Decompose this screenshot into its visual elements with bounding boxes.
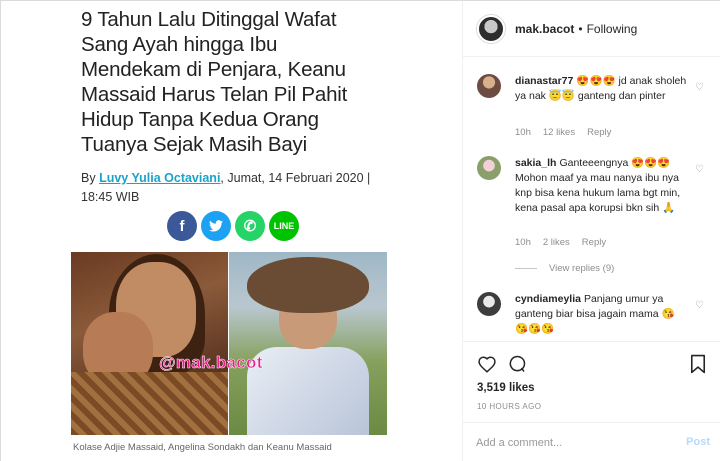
avatar[interactable]	[477, 14, 505, 43]
add-comment-bar: Post	[463, 422, 720, 461]
bookmark-icon[interactable]	[686, 352, 710, 376]
facebook-icon: f	[167, 211, 197, 241]
photo-parents	[71, 252, 228, 435]
comment-time: 10h	[515, 127, 531, 138]
comment-username[interactable]: sakia_lh	[515, 157, 556, 169]
heart-icon[interactable]: ♡	[695, 164, 704, 175]
byline-prefix: By	[81, 171, 100, 185]
comment-likes[interactable]: 12 likes	[543, 127, 575, 138]
post-time: 10 HOURS AGO	[477, 402, 542, 411]
photo-watermark: @mak.bacot	[159, 353, 263, 373]
comment-input[interactable]	[476, 433, 666, 453]
comment-time: 10h	[515, 237, 531, 248]
action-icons	[475, 352, 710, 376]
view-replies-label[interactable]: View replies (9)	[549, 263, 614, 274]
following-button[interactable]: Following	[587, 22, 638, 36]
share-buttons: f ✆ LINE	[167, 211, 299, 241]
comments-list: dianastar77 😍😍😍 jd anak sholeh ya nak 😇😇 …	[463, 58, 720, 341]
avatar[interactable]	[477, 292, 501, 316]
comment-likes[interactable]: 2 likes	[543, 237, 570, 248]
reply-button[interactable]: Reply	[582, 237, 606, 248]
heart-icon[interactable]: ♡	[695, 82, 704, 93]
avatar[interactable]	[477, 156, 501, 180]
post-frame: 9 Tahun Lalu Ditinggal Wafat Sang Ayah h…	[0, 0, 720, 461]
likes-count[interactable]: 3,519 likes	[477, 382, 535, 394]
comment-text-block: dianastar77 😍😍😍 jd anak sholeh ya nak 😇😇 …	[515, 74, 690, 104]
comment-username[interactable]: cyndiameylia	[515, 293, 581, 305]
reply-button[interactable]: Reply	[587, 127, 611, 138]
post-username[interactable]: mak.bacot	[515, 22, 574, 36]
photo-child	[229, 252, 387, 435]
comment-text-block: sakia_lh Ganteeengnya 😍😍😍 Mohon maaf ya m…	[515, 156, 690, 216]
replies-divider	[515, 268, 537, 269]
article-author: Luvy Yulia Octaviani	[99, 171, 221, 185]
twitter-icon	[201, 211, 231, 241]
comment-meta: 10h 12 likes Reply	[515, 127, 623, 138]
line-icon: LINE	[269, 211, 299, 241]
post-image: 9 Tahun Lalu Ditinggal Wafat Sang Ayah h…	[1, 1, 462, 461]
like-heart-icon[interactable]	[475, 352, 499, 376]
article-photo: @mak.bacot	[71, 252, 387, 435]
whatsapp-icon: ✆	[235, 211, 265, 241]
post-button[interactable]: Post	[686, 436, 710, 448]
avatar[interactable]	[477, 74, 501, 98]
photo-caption: Kolase Adjie Massaid, Angelina Sondakh d…	[73, 442, 332, 453]
comment-bubble-icon[interactable]	[505, 352, 529, 376]
comment-meta: 10h 2 likes Reply	[515, 237, 618, 248]
comment-username[interactable]: dianastar77	[515, 75, 573, 87]
article-byline: By Luvy Yulia Octaviani, Jumat, 14 Febru…	[81, 169, 381, 207]
view-replies-button[interactable]: View replies (9)	[515, 263, 614, 274]
separator-dot: •	[578, 21, 583, 36]
article-headline: 9 Tahun Lalu Ditinggal Wafat Sang Ayah h…	[81, 8, 348, 156]
comment-text-block: cyndiameylia Panjang umur ya ganteng biar…	[515, 292, 690, 337]
post-header: mak.bacot • Following	[463, 1, 720, 57]
post-sidebar: mak.bacot • Following dianastar77 😍😍😍 jd …	[462, 1, 720, 461]
heart-icon[interactable]: ♡	[695, 300, 704, 311]
post-actions: 3,519 likes 10 HOURS AGO Post	[463, 341, 720, 461]
